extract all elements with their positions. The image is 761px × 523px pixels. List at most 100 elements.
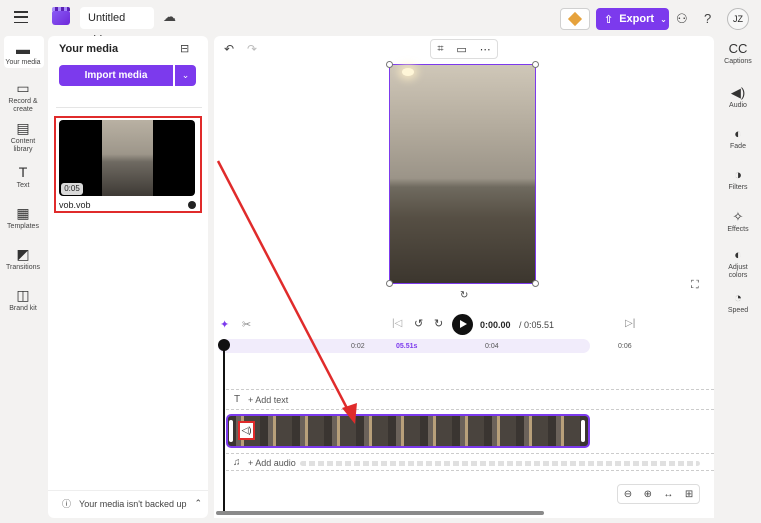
speaker-icon: ◀) [730,85,746,100]
import-media-button[interactable]: Import media [59,65,173,86]
rail-item-record-create[interactable]: ▭ Record & create [2,80,44,114]
transitions-icon: ◩ [16,246,30,262]
tool-fade[interactable]: ◐ Fade [718,126,758,151]
filters-icon: ◑ [734,167,742,182]
text-track-icon: T [234,394,241,405]
rail-item-transitions[interactable]: ◩ Transitions [2,246,44,272]
ruler-tick-end: 05.51s [396,343,418,350]
rail-item-text[interactable]: T Text [2,164,44,190]
rail-item-label: Record & create [8,98,38,113]
tool-speed[interactable]: ◔ Speed [718,290,758,315]
effects-icon: ✧ [732,209,744,224]
resize-handle[interactable] [532,61,539,68]
track-divider [226,470,714,471]
tool-effects[interactable]: ✧ Effects [718,209,758,234]
export-button[interactable]: ⇧ Export ⌄ [596,8,669,30]
timeline-scrollbar[interactable] [216,511,544,515]
zoom-out-icon[interactable]: ⊖ [624,489,632,500]
fit-icon[interactable]: ▭ [456,43,466,56]
rewind-icon[interactable]: ↺ [414,317,423,330]
audio-waveform-placeholder [300,461,700,466]
resize-handle[interactable] [386,61,393,68]
skip-end-icon[interactable]: ▷| [625,318,635,329]
expand-icon[interactable]: ⊞ [685,489,693,500]
ruler-tick: 0:06 [618,343,632,350]
media-filename: vob.vob [59,200,91,210]
rail-item-content-library[interactable]: ▤ Content library [2,120,44,154]
clip-trim-right-handle[interactable] [581,420,585,442]
preview-sun [402,68,414,76]
zoom-in-icon[interactable]: ⊕ [644,489,652,500]
fullscreen-icon[interactable]: ⛶ [691,279,699,292]
speed-icon: ◔ [734,290,742,305]
tool-label: Speed [727,307,749,314]
library-icon: ▤ [16,120,30,136]
rail-item-label: Text [16,182,30,189]
backup-text: Your media isn't backed up [79,498,187,509]
tool-audio[interactable]: ◀) Audio [718,85,758,110]
play-button[interactable] [452,314,473,335]
help-icon[interactable]: ? [704,11,711,26]
split-icon[interactable]: ✂ [242,318,251,331]
tool-adjust-colors[interactable]: ◐ Adjust colors [718,247,758,280]
skip-start-icon[interactable]: |◁ [392,318,402,329]
track-divider [226,453,714,454]
ruler-tick: 0:04 [485,343,499,350]
rail-item-brand-kit[interactable]: ◫ Brand kit [2,287,44,313]
media-panel [48,36,208,518]
tool-label: Captions [724,58,752,65]
gem-icon [567,11,583,27]
playhead-line[interactable] [223,343,225,511]
menu-icon[interactable] [14,11,28,23]
music-icon: ♫ [233,457,241,468]
resize-handle[interactable] [386,280,393,287]
ruler-tick: 0:02 [351,343,365,350]
add-audio-track[interactable]: + Add audio [248,458,296,468]
rotate-icon[interactable]: ↻ [460,290,468,301]
redo-icon[interactable]: ↷ [247,42,257,56]
undo-icon[interactable]: ↶ [224,42,234,56]
brand-kit-icon: ◫ [16,287,30,303]
cloud-off-icon[interactable]: ☁ [163,9,176,25]
fit-timeline-icon[interactable]: ↔ [663,489,673,500]
rail-item-your-media[interactable]: ▬ Your media [2,41,44,67]
tool-label: Fade [730,143,746,150]
chevron-up-icon: ⌃ [194,498,203,508]
rail-item-label: Brand kit [9,305,37,312]
rail-item-templates[interactable]: ▦ Templates [2,205,44,231]
rail-item-label: Transitions [6,264,40,271]
project-title[interactable]: Untitled video [80,7,154,46]
share-people-icon[interactable]: ⚇ [676,11,688,27]
add-text-track[interactable]: + Add text [248,395,288,405]
total-time: / 0:05.51 [519,320,555,330]
adjust-colors-icon: ◐ [734,247,742,262]
tool-label: Audio [729,102,747,109]
tool-label: Filters [728,184,748,191]
track-divider [226,389,714,390]
backup-notice[interactable]: ⓘ Your media isn't backed up ⌃ [48,490,208,516]
rail-item-label: Content library [10,138,36,153]
preview-toolbar: ⌗ ▭ ⋯ [430,39,498,59]
collapse-panel-icon[interactable]: ⊟ [180,42,189,55]
video-clip[interactable] [226,414,590,448]
video-preview-frame[interactable] [389,64,536,284]
playhead-knob[interactable] [218,339,230,351]
track-divider [226,409,714,410]
forward-icon[interactable]: ↻ [434,317,443,330]
clip-audio-icon[interactable]: ◁) [238,421,255,440]
thumbnail-image [102,120,153,196]
premium-button[interactable] [560,8,590,30]
tool-captions[interactable]: CC Captions [718,41,758,66]
resize-handle[interactable] [532,280,539,287]
divider [56,107,202,108]
fade-icon: ◐ [734,126,742,141]
crop-icon[interactable]: ⌗ [437,43,443,56]
more-icon[interactable]: ⋯ [480,43,491,56]
current-time: 0:00.00 [480,320,511,330]
magic-icon[interactable]: ✦ [220,318,229,331]
chevron-down-icon: ⌄ [660,14,667,24]
import-dropdown-button[interactable]: ⌄ [175,65,196,86]
avatar[interactable]: JZ [727,8,749,30]
clip-trim-left-handle[interactable] [229,420,233,442]
tool-filters[interactable]: ◑ Filters [718,167,758,192]
